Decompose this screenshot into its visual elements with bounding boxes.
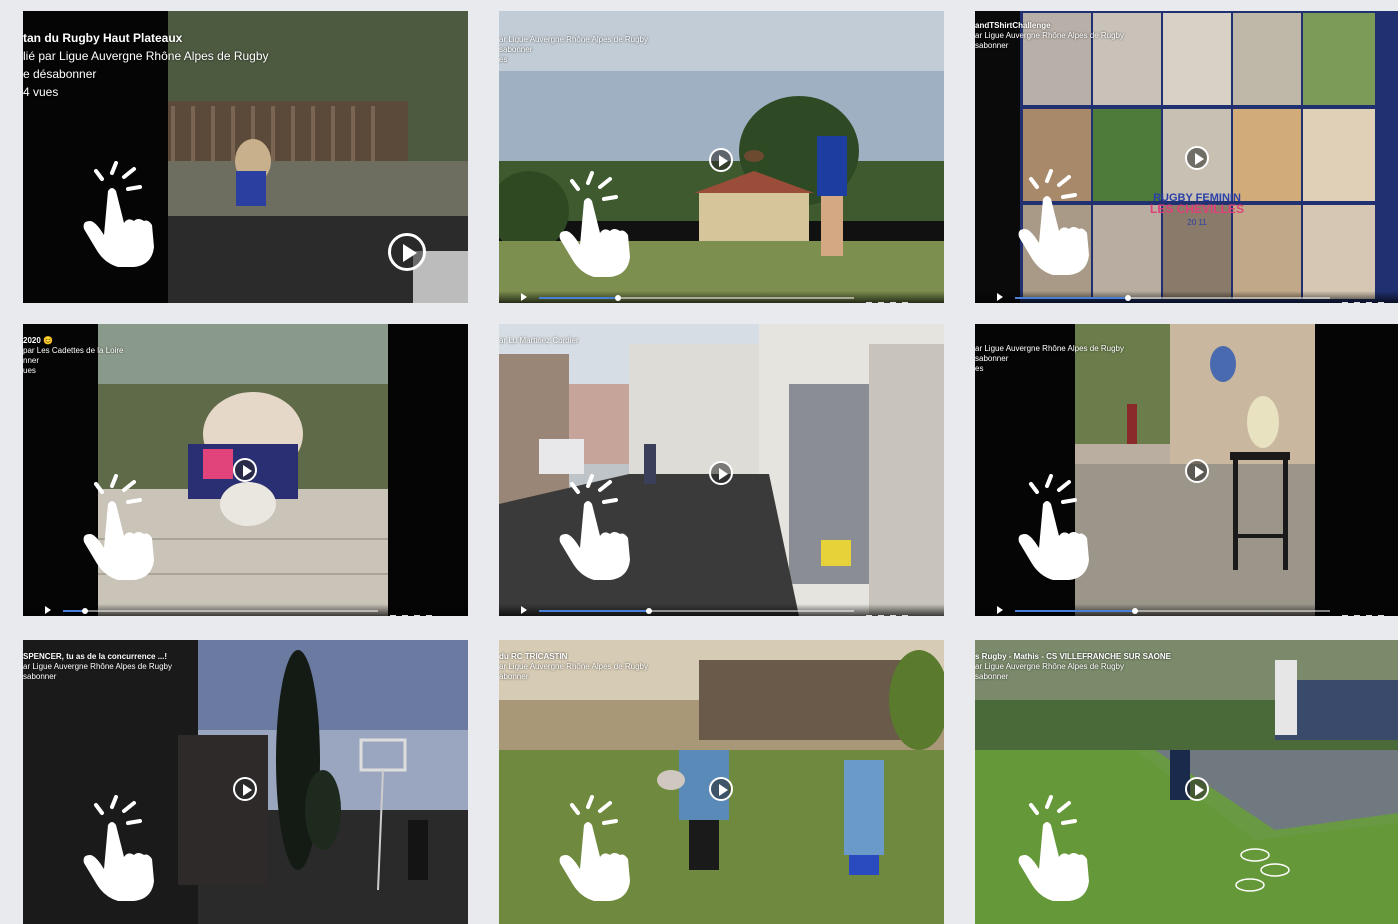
tap-hand-icon (559, 795, 630, 901)
control-icons[interactable] (1336, 608, 1398, 616)
tap-hand-icon (1018, 795, 1089, 901)
tap-hand-icon (83, 474, 154, 580)
play-circle-icon[interactable] (709, 777, 733, 801)
video-controls[interactable] (499, 291, 944, 303)
video-tile-8[interactable]: du RC TRICASTIN ar Ligue Auvergne Rhône … (499, 640, 944, 924)
tap-hand-icon (83, 795, 154, 901)
view-count: es (499, 55, 508, 64)
progress-fill (539, 297, 618, 299)
video-tile-2[interactable]: ar Ligue Auvergne Rhône Alpes de Rugby s… (499, 11, 944, 303)
video-caption: ar Ligue Auvergne Rhône Alpes de Rugby s… (975, 324, 1398, 374)
video-author[interactable]: ar Ligue Auvergne Rhône Alpes de Rugby (975, 662, 1398, 672)
video-title: 2020 😊 (23, 336, 53, 345)
play-circle-icon[interactable] (1185, 777, 1209, 801)
play-small-icon[interactable] (521, 293, 527, 301)
video-tile-3[interactable]: RUGBY FEMININ LES CHEVILLES 20 11 andTSh… (975, 11, 1398, 303)
collage-title-2: LES CHEVILLES (1150, 202, 1244, 216)
progress-knob[interactable] (614, 295, 621, 301)
view-count: es (975, 364, 984, 373)
control-icons[interactable] (384, 608, 464, 616)
video-tile-5[interactable]: ar Lu Martinez Cordier (499, 324, 944, 616)
video-author[interactable]: par Les Cadettes de la Loire (23, 346, 468, 356)
view-count: 4 vues (23, 85, 59, 99)
video-caption: s Rugby - Mathis - CS VILLEFRANCHE SUR S… (975, 640, 1398, 682)
progress-knob[interactable] (1131, 608, 1138, 614)
play-circle-icon[interactable] (1185, 146, 1209, 170)
video-tile-1[interactable]: tan du Rugby Haut Plateaux lié par Ligue… (23, 11, 468, 303)
video-title: du RC TRICASTIN (499, 652, 568, 661)
play-circle-icon[interactable] (709, 461, 733, 485)
video-author[interactable]: ar Ligue Auvergne Rhône Alpes de Rugby (499, 35, 944, 45)
unfollow-link[interactable]: abonner (499, 672, 944, 682)
video-controls[interactable] (499, 604, 944, 616)
progress-knob[interactable] (1125, 295, 1132, 301)
video-grid: tan du Rugby Haut Plateaux lié par Ligue… (0, 0, 1398, 924)
video-tile-7[interactable]: SPENCER, tu as de la concurrence ...! ar… (23, 640, 468, 924)
control-icons[interactable] (860, 295, 940, 303)
video-title: andTShirtChallenge (975, 21, 1051, 30)
video-author[interactable]: ar Ligue Auvergne Rhône Alpes de Rugby (975, 344, 1398, 354)
play-circle-icon[interactable] (709, 148, 733, 172)
unfollow-link[interactable]: sabonner (975, 354, 1398, 364)
play-circle-icon[interactable] (233, 458, 257, 482)
video-controls[interactable] (975, 291, 1398, 303)
unfollow-link[interactable]: sabonner (975, 672, 1398, 682)
video-tile-9[interactable]: s Rugby - Mathis - CS VILLEFRANCHE SUR S… (975, 640, 1398, 924)
video-title: tan du Rugby Haut Plateaux (23, 31, 183, 45)
progress-track[interactable] (539, 608, 854, 614)
unfollow-link[interactable]: sabonner (499, 45, 944, 55)
play-circle-icon[interactable] (233, 777, 257, 801)
video-tile-4[interactable]: 2020 😊 par Les Cadettes de la Loire nner… (23, 324, 468, 616)
video-caption: ar Lu Martinez Cordier (499, 324, 944, 346)
progress-fill (539, 610, 650, 612)
view-count: ues (23, 366, 36, 375)
video-caption: andTShirtChallenge ar Ligue Auvergne Rhô… (975, 11, 1398, 51)
tap-hand-icon (559, 171, 630, 277)
progress-knob[interactable] (82, 608, 89, 614)
video-caption: 2020 😊 par Les Cadettes de la Loire nner… (23, 324, 468, 376)
video-author[interactable]: ar Ligue Auvergne Rhône Alpes de Rugby (499, 662, 944, 672)
progress-track[interactable] (1015, 608, 1330, 614)
unfollow-link[interactable]: e désabonner (23, 65, 468, 83)
progress-fill (1015, 610, 1135, 612)
tap-hand-icon (1018, 169, 1089, 275)
video-title: s Rugby - Mathis - CS VILLEFRANCHE SUR S… (975, 652, 1172, 661)
video-controls[interactable] (23, 604, 468, 616)
unfollow-link[interactable]: sabonner (23, 672, 468, 682)
video-caption: SPENCER, tu as de la concurrence ...! ar… (23, 640, 468, 682)
video-author[interactable]: ar Lu Martinez Cordier (499, 336, 944, 346)
video-title: SPENCER, tu as de la concurrence ...! (23, 652, 168, 661)
video-author[interactable]: ar Ligue Auvergne Rhône Alpes de Rugby (23, 662, 468, 672)
video-author[interactable]: ar Ligue Auvergne Rhône Alpes de Rugby (975, 31, 1398, 41)
play-circle-icon[interactable] (388, 233, 426, 271)
tap-hand-icon (559, 474, 630, 580)
progress-knob[interactable] (646, 608, 653, 614)
unfollow-link[interactable]: nner (23, 356, 468, 366)
tap-hand-icon (1018, 474, 1089, 580)
video-author[interactable]: lié par Ligue Auvergne Rhône Alpes de Ru… (23, 47, 468, 65)
progress-track[interactable] (63, 608, 378, 614)
play-small-icon[interactable] (997, 606, 1003, 614)
tap-hand-icon (83, 161, 154, 267)
video-tile-6[interactable]: ar Ligue Auvergne Rhône Alpes de Rugby s… (975, 324, 1398, 616)
collage-year: 20 11 (1187, 218, 1207, 227)
control-icons[interactable] (1336, 295, 1398, 303)
play-small-icon[interactable] (521, 606, 527, 614)
video-caption: du RC TRICASTIN ar Ligue Auvergne Rhône … (499, 640, 944, 682)
play-circle-icon[interactable] (1185, 459, 1209, 483)
play-small-icon[interactable] (997, 293, 1003, 301)
progress-fill (1015, 297, 1129, 299)
video-controls[interactable] (975, 604, 1398, 616)
control-icons[interactable] (860, 608, 940, 616)
progress-track[interactable] (539, 295, 854, 301)
unfollow-link[interactable]: sabonner (975, 41, 1398, 51)
video-caption: ar Ligue Auvergne Rhône Alpes de Rugby s… (499, 11, 944, 65)
video-caption: tan du Rugby Haut Plateaux lié par Ligue… (23, 11, 468, 101)
play-small-icon[interactable] (45, 606, 51, 614)
progress-track[interactable] (1015, 295, 1330, 301)
